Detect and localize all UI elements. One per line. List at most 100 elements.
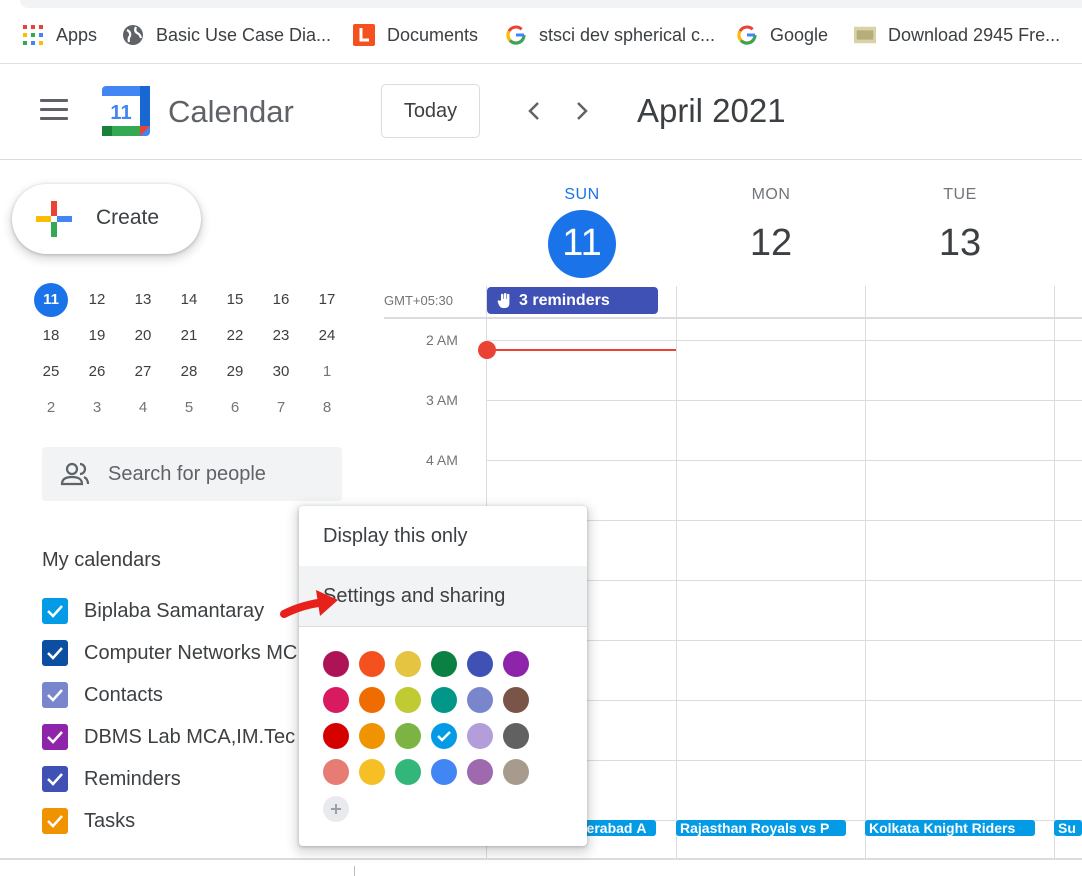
create-button[interactable]: Create (12, 184, 201, 254)
color-swatch[interactable] (467, 687, 493, 713)
mini-cal-day[interactable]: 15 (212, 282, 258, 318)
mini-cal-day[interactable]: 11 (28, 282, 74, 318)
day-header-sun[interactable]: SUN 11 (492, 186, 672, 278)
mini-cal-day[interactable]: 17 (304, 282, 350, 318)
mini-cal-day[interactable]: 8 (304, 390, 350, 426)
mini-cal-day[interactable]: 30 (258, 354, 304, 390)
calendar-item[interactable]: Tasks (42, 806, 135, 836)
calendar-checkbox[interactable] (42, 598, 68, 624)
mini-cal-day[interactable]: 14 (166, 282, 212, 318)
color-swatch[interactable] (323, 759, 349, 785)
calendar-item[interactable]: Reminders (42, 764, 181, 794)
mini-cal-day[interactable]: 5 (166, 390, 212, 426)
calendar-checkbox[interactable] (42, 640, 68, 666)
add-custom-color-button[interactable] (323, 796, 349, 822)
mini-cal-day[interactable]: 1 (304, 354, 350, 390)
bookmark-stsci[interactable]: stsci dev spherical c... (505, 22, 715, 48)
current-time-line (486, 349, 676, 351)
mini-cal-day[interactable]: 13 (120, 282, 166, 318)
main-menu-icon[interactable] (40, 99, 68, 121)
color-swatch[interactable] (395, 723, 421, 749)
bookmark-apps[interactable]: Apps (22, 22, 97, 48)
mini-cal-day[interactable]: 16 (258, 282, 304, 318)
color-swatch[interactable] (395, 687, 421, 713)
color-swatch[interactable] (467, 723, 493, 749)
color-swatch[interactable] (503, 759, 529, 785)
color-swatch[interactable] (467, 759, 493, 785)
my-calendars-heading[interactable]: My calendars (42, 549, 161, 572)
mini-cal-day[interactable]: 28 (166, 354, 212, 390)
globe-icon (122, 24, 144, 46)
color-swatch[interactable] (431, 687, 457, 713)
mini-cal-day[interactable]: 20 (120, 318, 166, 354)
mini-cal-day[interactable]: 26 (74, 354, 120, 390)
calendar-checkbox[interactable] (42, 724, 68, 750)
calendar-checkbox[interactable] (42, 808, 68, 834)
color-swatch[interactable] (431, 759, 457, 785)
mini-cal-day[interactable]: 27 (120, 354, 166, 390)
mini-cal-day[interactable]: 18 (28, 318, 74, 354)
calendar-item[interactable]: Contacts (42, 680, 163, 710)
color-swatch[interactable] (467, 651, 493, 677)
calendar-item[interactable]: Computer Networks MC (42, 638, 297, 668)
bookmark-download[interactable]: Download 2945 Fre... (854, 22, 1060, 48)
day-of-week: SUN (564, 186, 600, 203)
mini-cal-day[interactable]: 24 (304, 318, 350, 354)
color-swatch[interactable] (503, 687, 529, 713)
calendar-options-menu: Display this only Settings and sharing (299, 506, 587, 846)
mini-cal-day[interactable]: 25 (28, 354, 74, 390)
color-swatch[interactable] (431, 651, 457, 677)
mini-cal-day[interactable]: 3 (74, 390, 120, 426)
color-swatch[interactable] (395, 651, 421, 677)
day-of-week: TUE (943, 186, 977, 203)
event-chip[interactable]: Su (1054, 820, 1082, 836)
next-week-button[interactable] (567, 96, 597, 126)
plus-icon (331, 804, 341, 814)
event-chip[interactable]: Kolkata Knight Riders (865, 820, 1035, 836)
color-swatch[interactable] (323, 687, 349, 713)
color-swatch[interactable] (503, 651, 529, 677)
mini-cal-day[interactable]: 7 (258, 390, 304, 426)
mini-cal-day[interactable]: 23 (258, 318, 304, 354)
day-number[interactable]: 12 (737, 210, 805, 278)
bookmark-basic-use-case[interactable]: Basic Use Case Dia... (122, 22, 331, 48)
color-swatch-selected[interactable] (431, 723, 457, 749)
event-chip[interactable]: Rajasthan Royals vs P (676, 820, 846, 836)
calendar-checkbox[interactable] (42, 766, 68, 792)
mini-cal-day[interactable]: 2 (28, 390, 74, 426)
mini-cal-day[interactable]: 12 (74, 282, 120, 318)
color-swatch[interactable] (359, 651, 385, 677)
mini-cal-day[interactable]: 6 (212, 390, 258, 426)
today-button[interactable]: Today (381, 84, 480, 138)
color-swatch[interactable] (359, 759, 385, 785)
color-swatch[interactable] (359, 723, 385, 749)
color-swatch[interactable] (323, 723, 349, 749)
display-this-only-item[interactable]: Display this only (299, 506, 587, 566)
search-people-input[interactable]: Search for people (42, 447, 342, 501)
hour-label: 3 AM (426, 392, 458, 408)
calendar-checkbox[interactable] (42, 682, 68, 708)
day-of-week: MON (751, 186, 791, 203)
color-swatch[interactable] (323, 651, 349, 677)
previous-week-button[interactable] (519, 96, 549, 126)
color-swatch[interactable] (359, 687, 385, 713)
day-number[interactable]: 13 (926, 210, 994, 278)
calendar-item[interactable]: DBMS Lab MCA,IM.Tec (42, 722, 295, 752)
calendar-label: Computer Networks MC (84, 641, 298, 664)
mini-cal-day[interactable]: 4 (120, 390, 166, 426)
calendar-item[interactable]: Biplaba Samantaray (42, 596, 264, 626)
day-header-mon[interactable]: MON 12 (681, 186, 861, 278)
documents-icon (353, 24, 375, 46)
mini-cal-day[interactable]: 19 (74, 318, 120, 354)
mini-cal-day[interactable]: 22 (212, 318, 258, 354)
color-swatch[interactable] (395, 759, 421, 785)
day-number[interactable]: 11 (548, 210, 616, 278)
mini-cal-day[interactable]: 21 (166, 318, 212, 354)
search-people-placeholder: Search for people (108, 463, 266, 485)
color-swatch[interactable] (503, 723, 529, 749)
day-header-tue[interactable]: TUE 13 (870, 186, 1050, 278)
mini-cal-day[interactable]: 29 (212, 354, 258, 390)
bookmark-documents[interactable]: Documents (353, 22, 478, 48)
bookmark-google[interactable]: Google (736, 22, 828, 48)
reminders-chip[interactable]: 3 reminders (487, 287, 658, 314)
